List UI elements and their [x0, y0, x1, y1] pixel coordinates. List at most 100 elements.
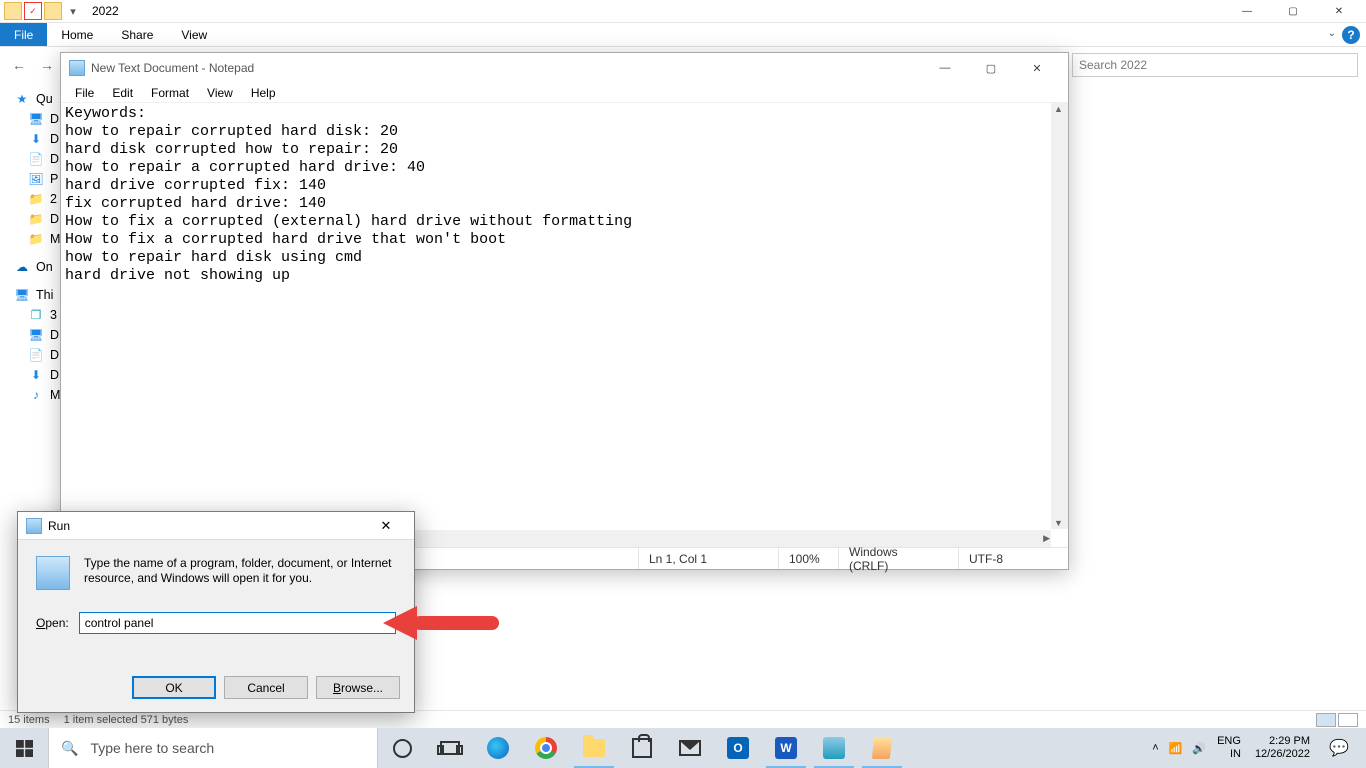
qat-dropdown-icon[interactable]: ▾ — [64, 2, 82, 20]
notepad-text-area[interactable]: Keywords: how to repair corrupted hard d… — [61, 103, 1068, 547]
taskview-icon — [440, 741, 460, 755]
folder-icon: 📁 — [28, 191, 44, 207]
tray-clock[interactable]: 2:29 PM 12/26/2022 — [1247, 735, 1318, 761]
cube-icon: ❒ — [28, 307, 44, 323]
close-button[interactable]: ✕ — [1316, 0, 1362, 23]
status-line-ending: Windows (CRLF) — [838, 548, 958, 569]
cancel-button[interactable]: Cancel — [224, 676, 308, 699]
minimize-button[interactable]: ― — [922, 53, 968, 83]
windows-icon — [16, 740, 33, 757]
start-button[interactable] — [0, 728, 48, 768]
taskbar-app-chrome[interactable] — [522, 728, 570, 768]
edge-icon — [487, 737, 509, 759]
properties-icon[interactable]: ✓ — [24, 2, 42, 20]
status-encoding: UTF-8 — [958, 548, 1068, 569]
taskbar: 🔍 Type here to search O W ˄ 📶 🔊 ENG IN 2… — [0, 728, 1366, 768]
desktop-icon: 🖥 — [28, 111, 44, 127]
action-center-button[interactable]: 💬 — [1318, 738, 1360, 758]
notepad-title: New Text Document - Notepad — [91, 61, 254, 75]
folder-icon: 📁 — [28, 211, 44, 227]
folder-icon: 📁 — [28, 231, 44, 247]
tab-file[interactable]: File — [0, 23, 47, 46]
vertical-scrollbar[interactable] — [1051, 103, 1068, 529]
ribbon-collapse-icon[interactable]: ⌄ — [1328, 28, 1336, 39]
tray-network-icon[interactable]: 📶 — [1164, 728, 1188, 768]
run-dialog: Run ✕ Type the name of a program, folder… — [17, 511, 415, 713]
music-icon: ♪ — [28, 387, 44, 403]
cortana-icon — [393, 739, 412, 758]
notepad-menu-bar: File Edit Format View Help — [61, 83, 1068, 103]
notepad-icon — [69, 60, 85, 76]
desktop-icon: 🖥 — [28, 327, 44, 343]
onedrive-icon: ☁ — [14, 259, 30, 275]
status-zoom: 100% — [778, 548, 838, 569]
run-app-icon — [36, 556, 70, 590]
status-cursor-pos: Ln 1, Col 1 — [638, 548, 778, 569]
taskbar-app-mail[interactable] — [666, 728, 714, 768]
explorer-ribbon: File Home Share View ⌄ ? — [0, 23, 1366, 47]
folder-icon — [583, 739, 605, 757]
status-selection: 1 item selected 571 bytes — [64, 714, 189, 726]
menu-edit[interactable]: Edit — [104, 85, 141, 101]
cortana-button[interactable] — [378, 728, 426, 768]
menu-help[interactable]: Help — [243, 85, 284, 101]
taskbar-app-explorer[interactable] — [570, 728, 618, 768]
close-button[interactable]: ✕ — [1014, 53, 1060, 83]
explorer-search-input[interactable]: Search 2022 — [1072, 53, 1358, 77]
chrome-icon — [535, 737, 557, 759]
maximize-button[interactable]: ▢ — [968, 53, 1014, 83]
view-large-icons-button[interactable] — [1338, 713, 1358, 727]
open-label: Open: — [36, 616, 69, 630]
tab-share[interactable]: Share — [107, 23, 167, 46]
maximize-button[interactable]: ▢ — [1270, 0, 1316, 23]
taskbar-app-word[interactable]: W — [762, 728, 810, 768]
document-icon: 📄 — [28, 151, 44, 167]
view-details-button[interactable] — [1316, 713, 1336, 727]
nav-back-button[interactable]: ← — [8, 54, 30, 76]
run-titlebar[interactable]: Run ✕ — [18, 512, 414, 540]
tab-view[interactable]: View — [167, 23, 221, 46]
run-icon — [26, 518, 42, 534]
status-item-count: 15 items — [8, 714, 50, 726]
run-title-text: Run — [48, 519, 70, 533]
menu-view[interactable]: View — [199, 85, 241, 101]
nav-forward-button[interactable]: → — [36, 54, 58, 76]
run-description: Type the name of a program, folder, docu… — [84, 556, 396, 590]
tray-overflow-button[interactable]: ˄ — [1147, 728, 1163, 768]
folder-icon — [4, 2, 22, 20]
star-icon: ★ — [14, 91, 30, 107]
search-placeholder: Type here to search — [90, 740, 214, 756]
close-button[interactable]: ✕ — [366, 512, 406, 540]
taskbar-app-notepad[interactable] — [858, 728, 906, 768]
document-icon: 📄 — [28, 347, 44, 363]
search-placeholder-text: Search 2022 — [1079, 58, 1147, 72]
browse-button[interactable]: Browse... — [316, 676, 400, 699]
help-icon[interactable]: ? — [1342, 26, 1360, 44]
taskbar-app-outlook[interactable]: O — [714, 728, 762, 768]
notepad-titlebar[interactable]: New Text Document - Notepad ― ▢ ✕ — [61, 53, 1068, 83]
explorer-window-title: 2022 — [92, 4, 119, 18]
system-tray: ˄ 📶 🔊 ENG IN 2:29 PM 12/26/2022 💬 — [1141, 728, 1366, 768]
search-icon: 🔍 — [61, 740, 78, 757]
outlook-icon: O — [727, 737, 749, 759]
annotation-arrow — [383, 606, 499, 640]
download-icon: ⬇ — [28, 367, 44, 383]
menu-file[interactable]: File — [67, 85, 102, 101]
taskbar-app-store[interactable] — [618, 728, 666, 768]
tab-home[interactable]: Home — [47, 23, 107, 46]
menu-format[interactable]: Format — [143, 85, 197, 101]
run-open-input[interactable] — [79, 612, 396, 634]
taskbar-app-snip[interactable] — [810, 728, 858, 768]
ok-button[interactable]: OK — [132, 676, 216, 699]
taskbar-search-input[interactable]: 🔍 Type here to search — [48, 728, 378, 768]
tray-language[interactable]: ENG IN — [1211, 735, 1247, 761]
task-view-button[interactable] — [426, 728, 474, 768]
word-icon: W — [775, 737, 797, 759]
taskbar-app-edge[interactable] — [474, 728, 522, 768]
quick-access-toolbar: ✓ ▾ — [4, 2, 82, 20]
mail-icon — [679, 740, 701, 756]
notepad-content[interactable]: Keywords: how to repair corrupted hard d… — [61, 103, 1068, 287]
minimize-button[interactable]: ― — [1224, 0, 1270, 23]
notepad-window: New Text Document - Notepad ― ▢ ✕ File E… — [60, 52, 1069, 570]
tray-volume-icon[interactable]: 🔊 — [1187, 728, 1211, 768]
